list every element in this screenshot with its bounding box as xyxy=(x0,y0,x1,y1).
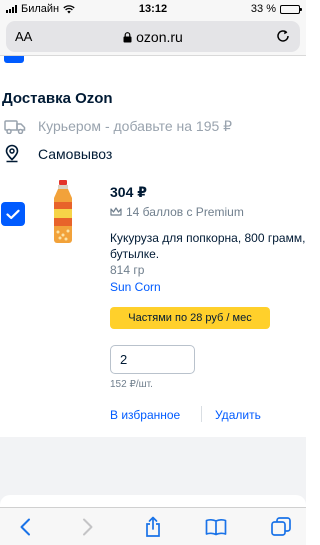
lock-icon xyxy=(123,31,132,42)
product-brand[interactable]: Sun Corn xyxy=(110,280,161,294)
reload-icon[interactable] xyxy=(275,28,291,44)
next-section-card xyxy=(0,487,306,507)
back-button[interactable] xyxy=(14,516,36,538)
forward-button[interactable] xyxy=(77,516,99,538)
bookmarks-icon xyxy=(205,518,227,536)
tabs-icon xyxy=(271,517,291,536)
battery-percent: 33 % xyxy=(250,3,276,15)
checkmark-icon xyxy=(6,209,20,219)
battery-icon xyxy=(280,4,302,14)
courier-label: Курьером - добавьте на 195 ₽ xyxy=(38,118,233,134)
installments-badge[interactable]: Частями по 28 руб / мес xyxy=(110,307,270,329)
status-bar: Билайн 13:12 33 % xyxy=(0,0,306,18)
add-to-favorites-button[interactable]: В избранное xyxy=(110,408,180,422)
crown-icon xyxy=(110,207,122,216)
product-weight: 814 гр xyxy=(110,263,145,277)
unit-price: 152 ₽/шт. xyxy=(110,379,153,390)
previous-item-checkbox[interactable] xyxy=(4,56,24,63)
truck-icon xyxy=(4,119,26,134)
status-right: 33 % xyxy=(250,3,302,15)
remove-button[interactable]: Удалить xyxy=(215,408,261,422)
share-icon xyxy=(146,516,160,537)
delivery-option-courier[interactable]: Курьером - добавьте на 195 ₽ xyxy=(4,118,232,135)
share-button[interactable] xyxy=(142,516,164,538)
page-content: Доставка Ozon Курьером - добавьте на 195… xyxy=(0,56,306,507)
product-price: 304 ₽ xyxy=(110,184,147,200)
forward-icon xyxy=(83,518,93,536)
location-pin-icon xyxy=(5,144,19,163)
url-display[interactable]: ozon.ru xyxy=(6,29,300,45)
quantity-selector[interactable]: 2 xyxy=(110,345,195,374)
next-section-card-top xyxy=(0,495,306,507)
pickup-label: Самовывоз xyxy=(38,146,113,162)
delivery-title: Доставка Ozon xyxy=(2,90,113,107)
browser-address-area: AA ozon.ru xyxy=(0,18,306,56)
premium-bonus: 14 баллов с Premium xyxy=(110,205,244,219)
bookmarks-button[interactable] xyxy=(205,516,227,538)
delivery-option-pickup[interactable]: Самовывоз xyxy=(4,144,112,164)
bonus-text: 14 баллов с Premium xyxy=(126,205,244,219)
section-divider xyxy=(0,437,306,487)
address-bar[interactable]: AA ozon.ru xyxy=(6,21,300,52)
tabs-button[interactable] xyxy=(270,516,292,538)
back-icon xyxy=(20,518,30,536)
product-name[interactable]: Кукуруза для попкорна, 800 грамм, в буты… xyxy=(110,230,306,262)
item-checkbox[interactable] xyxy=(1,202,25,226)
product-image[interactable] xyxy=(48,180,78,244)
action-divider xyxy=(201,406,202,422)
browser-toolbar xyxy=(0,507,306,545)
url-text: ozon.ru xyxy=(136,29,183,45)
